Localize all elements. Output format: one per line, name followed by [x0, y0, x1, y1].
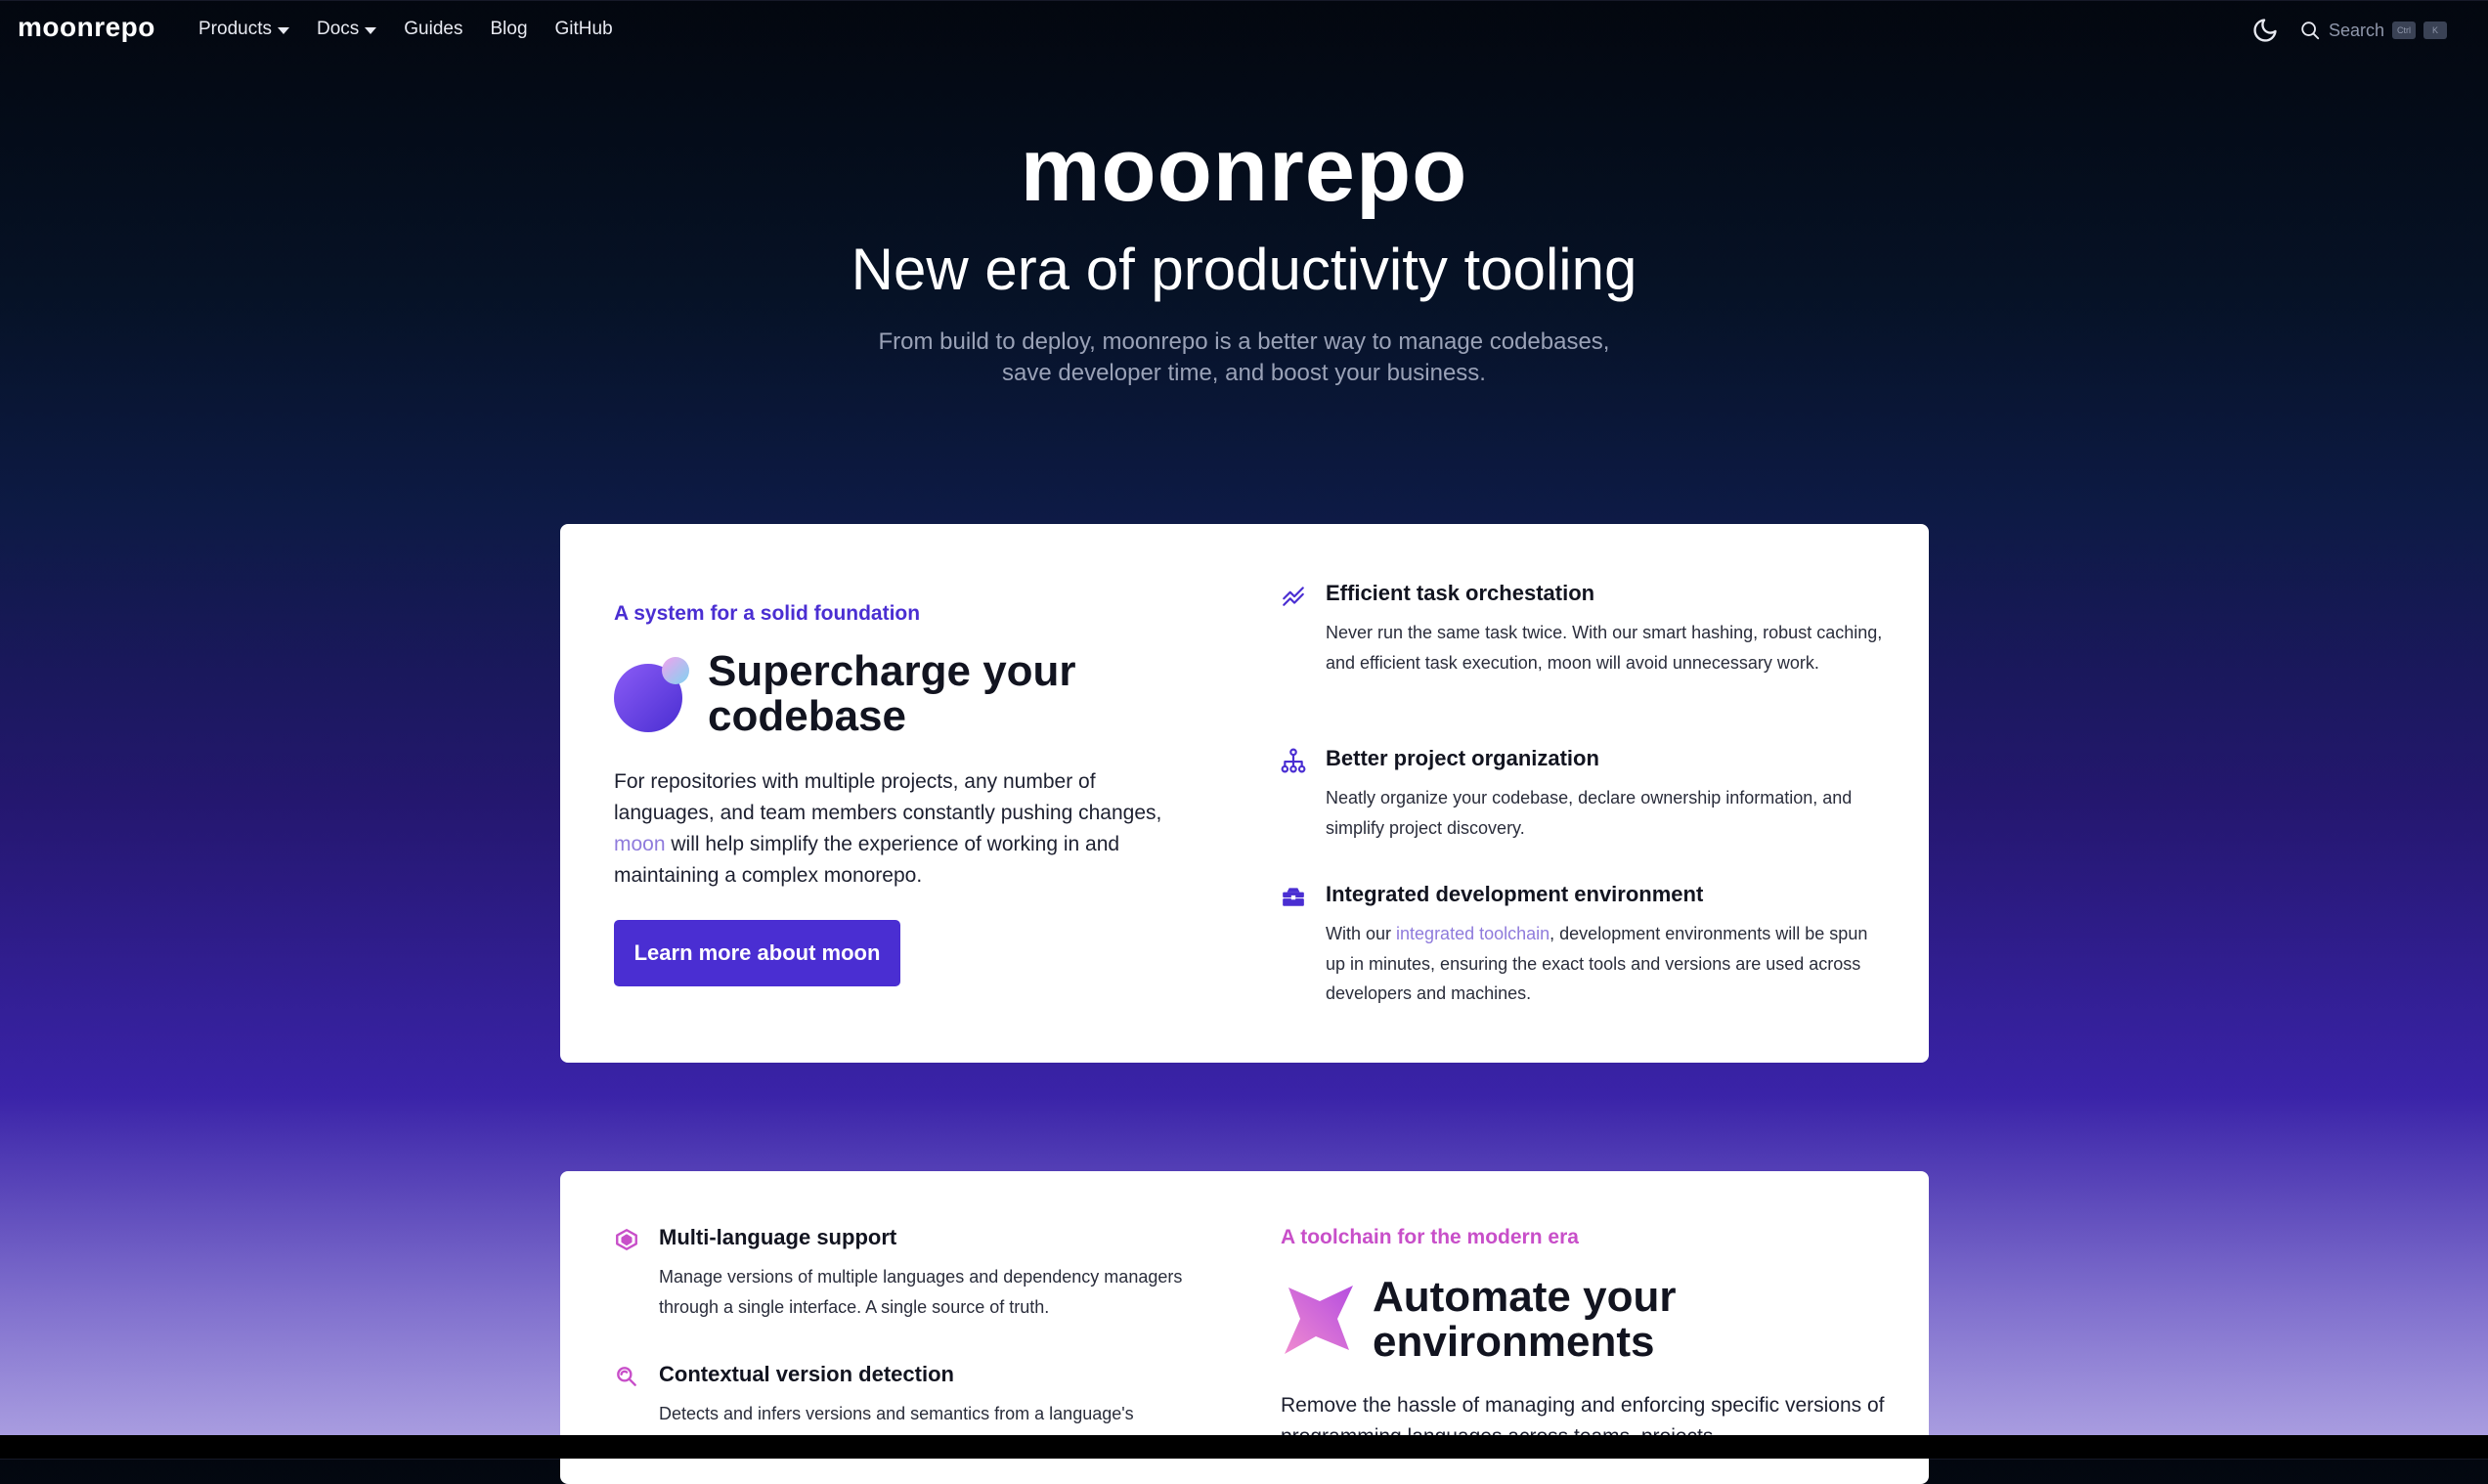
feature-task-orchestration: Efficient task orchestation Never run th… — [1281, 581, 1887, 708]
theme-toggle-button[interactable] — [2251, 17, 2279, 44]
feature-title: Integrated development environment — [1326, 882, 1704, 906]
feature-dev-environment: Integrated development environment With … — [1281, 882, 1887, 1009]
feature-description: Never run the same task twice. With our … — [1326, 623, 1883, 673]
top-nav: moonrepo Products Docs Guides Blog GitHu… — [0, 0, 2488, 61]
layers-icon — [616, 1229, 637, 1250]
feature-title: Better project organization — [1326, 746, 1599, 770]
hero-title: New era of productivity tooling — [851, 237, 1637, 302]
bottom-bar — [0, 1435, 2488, 1459]
feature-description: Manage versions of multiple languages an… — [659, 1267, 1183, 1317]
feature-title: Multi-language support — [659, 1225, 897, 1249]
moon-feature-card: A system for a solid foundation Supercha… — [560, 524, 1929, 1063]
feature-title: Efficient task orchestation — [1326, 581, 1595, 605]
nav-docs-label: Docs — [316, 19, 360, 39]
moon-title: Supercharge your codebase — [708, 647, 1076, 740]
toolbox-icon — [1283, 888, 1304, 906]
feature-title: Contextual version detection — [659, 1362, 954, 1386]
feature-description-text: With our — [1326, 924, 1397, 943]
search-button[interactable]: Search Ctrl K — [2299, 14, 2466, 47]
feature-description: Detects and infers versions and semantic… — [659, 1404, 1134, 1423]
chevron-down-icon — [365, 27, 377, 34]
feature-description: Neatly organize your codebase, declare o… — [1326, 788, 1853, 838]
feature-project-organization: Better project organization Neatly organ… — [1281, 746, 1887, 844]
hero-subtitle: From build to deploy, moonrepo is a bett… — [878, 328, 1610, 386]
moon-logo-icon — [614, 657, 689, 732]
shortcut-key-ctrl: Ctrl — [2392, 22, 2417, 39]
trend-chart-icon — [1283, 587, 1304, 606]
nav-guides[interactable]: Guides — [404, 19, 462, 40]
nav-logo[interactable]: moonrepo — [18, 12, 155, 43]
hero-logo: moonrepo — [1020, 120, 1468, 220]
proto-title: Automate your environments — [1373, 1273, 1677, 1366]
moon-eyebrow: A system for a solid foundation — [614, 602, 921, 625]
moon-description-text-end: will help simplify the experience of wor… — [614, 833, 1120, 887]
moon-description: For repositories with multiple projects,… — [614, 766, 1200, 892]
search-refresh-icon — [617, 1367, 636, 1386]
proto-eyebrow: A toolchain for the modern era — [1281, 1226, 1579, 1248]
project-tree-icon — [1281, 748, 1306, 773]
moon-description-text: For repositories with multiple projects,… — [614, 770, 1162, 824]
nav-links: Products Docs Guides Blog GitHub — [198, 19, 613, 40]
moon-icon — [2253, 19, 2277, 42]
proto-logo-icon — [1285, 1286, 1353, 1354]
search-placeholder: Search — [2329, 20, 2385, 40]
feature-version-detection: Contextual version detection Detects and… — [614, 1362, 1220, 1479]
feature-description: With our integrated toolchain, developme… — [1326, 919, 1888, 1009]
integrated-toolchain-link[interactable]: integrated toolchain — [1396, 924, 1550, 943]
moon-link[interactable]: moon — [614, 833, 666, 855]
nav-github[interactable]: GitHub — [555, 19, 613, 40]
search-icon — [2301, 22, 2320, 40]
nav-docs[interactable]: Docs — [316, 19, 377, 40]
feature-multi-language: Multi-language support Manage versions o… — [614, 1225, 1220, 1332]
chevron-down-icon — [277, 27, 289, 34]
nav-products[interactable]: Products — [198, 19, 289, 40]
learn-more-moon-button[interactable]: Learn more about moon — [614, 920, 900, 986]
nav-products-label: Products — [198, 19, 272, 39]
nav-blog[interactable]: Blog — [490, 19, 527, 40]
shortcut-key-k: K — [2423, 22, 2448, 39]
